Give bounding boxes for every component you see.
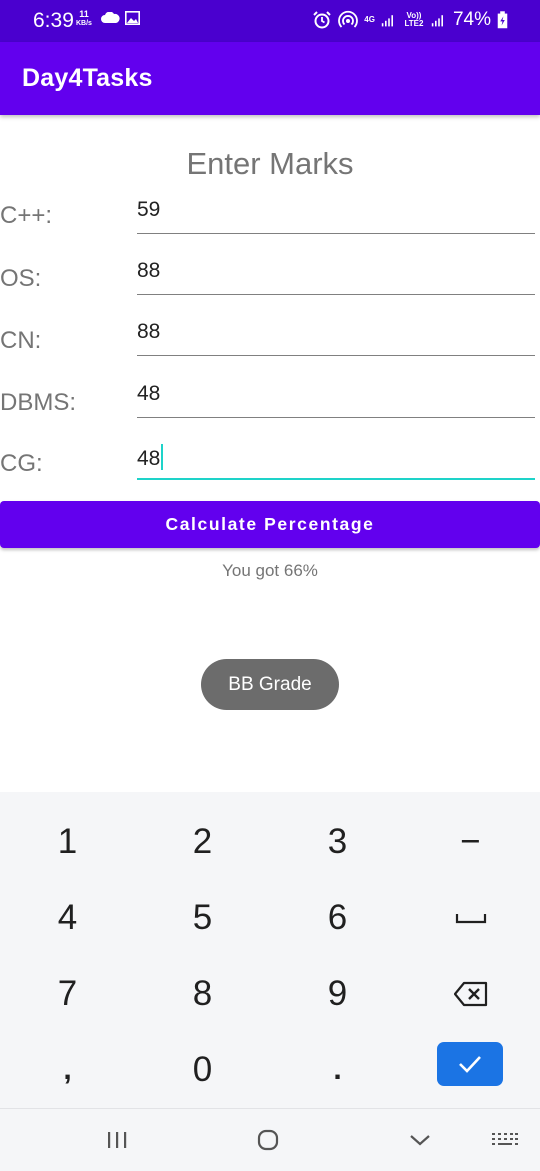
os-marks-input[interactable]: 88 — [137, 259, 535, 295]
signal-icon — [381, 15, 393, 27]
hotspot-icon — [338, 10, 359, 28]
key-6[interactable]: 6 — [270, 880, 405, 956]
status-right-group: 4G Vo)) LTE2 74% — [312, 9, 508, 31]
keyboard-icon — [492, 1133, 518, 1145]
key-9[interactable]: 9 — [270, 956, 405, 1032]
data-speed-unit: KB/s — [76, 20, 92, 27]
result-text: You got 66% — [222, 561, 318, 580]
backspace-icon — [453, 981, 487, 1007]
done-key[interactable] — [437, 1042, 503, 1086]
numeric-keyboard: 1 2 3 − 4 5 6 7 8 9 , 0 . — [0, 792, 540, 1108]
key-comma[interactable]: , — [0, 1032, 135, 1108]
gallery-icon — [125, 11, 140, 25]
label-cpp: C++: — [0, 202, 53, 229]
network-type: 4G — [364, 15, 375, 24]
navigation-bar — [0, 1108, 540, 1171]
data-speed-value: 11 — [79, 9, 89, 19]
label-cn: CN: — [0, 327, 42, 354]
grade-toast: BB Grade — [201, 659, 339, 710]
app-title: Day4Tasks — [22, 64, 153, 92]
space-icon — [455, 914, 486, 924]
key-0[interactable]: 0 — [135, 1032, 270, 1108]
data-speed-indicator: 11 KB/s — [76, 10, 92, 28]
signal-icon-2 — [431, 15, 443, 27]
page-heading: Enter Marks — [186, 146, 354, 181]
recents-icon — [108, 1132, 127, 1148]
status-time: 6:39 — [33, 9, 74, 32]
label-os: OS: — [0, 265, 42, 292]
cn-marks-input[interactable]: 88 — [137, 320, 535, 356]
key-minus[interactable]: − — [403, 804, 538, 880]
label-cg: CG: — [0, 450, 43, 477]
cg-marks-input[interactable]: 48 — [137, 444, 535, 480]
back-button[interactable] — [405, 1125, 435, 1155]
volte-indicator: Vo)) LTE2 — [404, 11, 424, 28]
text-cursor — [161, 444, 164, 470]
key-1[interactable]: 1 — [0, 804, 135, 880]
checkmark-icon — [459, 1056, 481, 1073]
home-icon — [257, 1129, 279, 1151]
key-period[interactable]: . — [270, 1032, 405, 1108]
label-dbms: DBMS: — [0, 389, 77, 416]
cg-marks-value: 48 — [137, 447, 161, 470]
chevron-down-icon — [410, 1135, 430, 1146]
key-8[interactable]: 8 — [135, 956, 270, 1032]
key-2[interactable]: 2 — [135, 804, 270, 880]
cpp-marks-value: 59 — [137, 198, 161, 221]
key-4[interactable]: 4 — [0, 880, 135, 956]
os-marks-value: 88 — [137, 259, 161, 282]
alarm-icon — [313, 11, 332, 29]
battery-percent: 74% — [452, 9, 491, 30]
key-7[interactable]: 7 — [0, 956, 135, 1032]
app-bar: Day4Tasks — [0, 42, 540, 115]
key-5[interactable]: 5 — [135, 880, 270, 956]
cpp-marks-input[interactable]: 59 — [137, 198, 535, 234]
dbms-marks-input[interactable]: 48 — [137, 382, 535, 418]
dbms-marks-value: 48 — [137, 382, 161, 405]
cloud-icon — [101, 12, 120, 23]
recents-button[interactable] — [102, 1125, 132, 1155]
home-button[interactable] — [253, 1125, 283, 1155]
key-3[interactable]: 3 — [270, 804, 405, 880]
keyboard-toggle-button[interactable] — [490, 1125, 520, 1155]
battery-charging-icon — [497, 11, 508, 29]
status-bar: 6:39 11 KB/s 4G Vo)) LTE2 74% — [0, 0, 540, 42]
calculate-percentage-button[interactable]: Calculate Percentage — [0, 501, 540, 548]
key-space[interactable] — [403, 880, 538, 956]
cn-marks-value: 88 — [137, 320, 161, 343]
key-backspace[interactable] — [403, 956, 538, 1032]
